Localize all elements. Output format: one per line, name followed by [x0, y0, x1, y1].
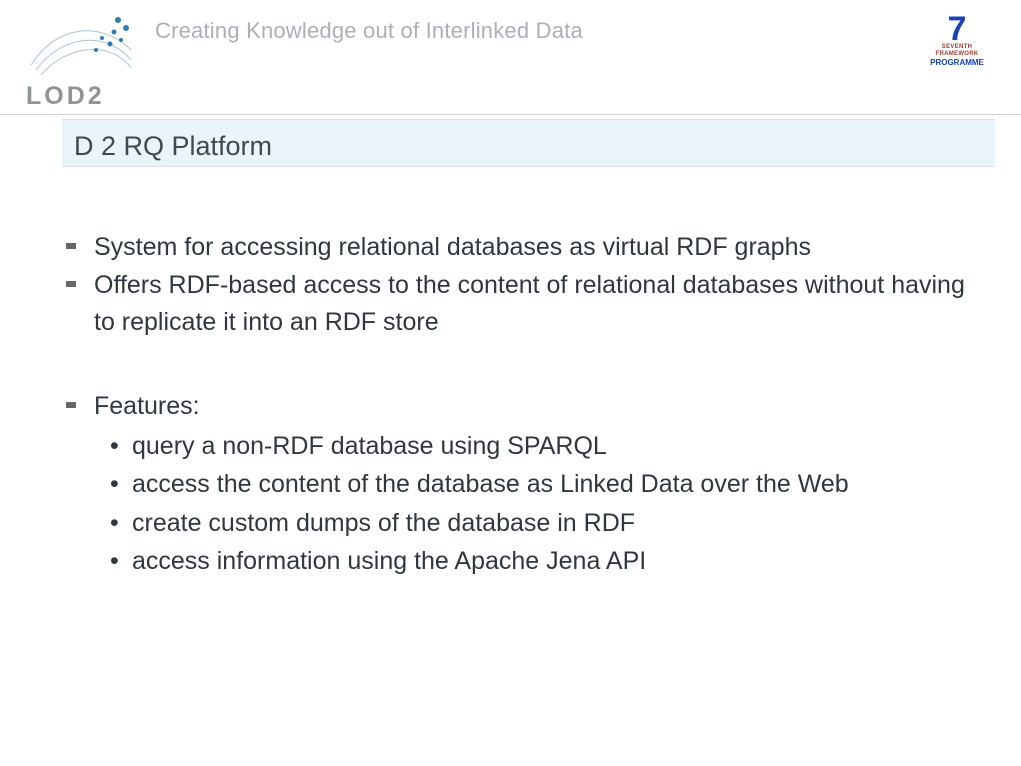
slide-header: Creating Knowledge out of Interlinked Da… [0, 0, 1021, 115]
sub-bullet-item: create custom dumps of the database in R… [110, 505, 981, 541]
bullet-item: System for accessing relational database… [66, 229, 981, 265]
bullet-item: Features: query a non-RDF database using … [66, 388, 981, 579]
bullet-text: Offers RDF-based access to the content o… [94, 271, 965, 335]
bullet-item: Offers RDF-based access to the content o… [66, 267, 981, 340]
sub-bullet-item: query a non-RDF database using SPARQL [110, 428, 981, 464]
fp7-bot-text: PROGRAMME [927, 58, 987, 68]
fp7-mid-text: SEVENTH FRAMEWORK [927, 44, 987, 58]
slide-tagline: Creating Knowledge out of Interlinked Da… [155, 18, 583, 44]
slide-title: D 2 RQ Platform [74, 131, 272, 162]
bullet-text: Features: [94, 392, 200, 420]
sub-bullet-item: access information using the Apache Jena… [110, 543, 981, 579]
bullet-list: System for accessing relational database… [66, 229, 981, 579]
sub-bullet-list: query a non-RDF database using SPARQLacc… [110, 428, 981, 579]
fp7-logo-icon: 7 SEVENTH FRAMEWORK PROGRAMME [927, 14, 987, 70]
slide-content: System for accessing relational database… [0, 229, 1021, 579]
sub-bullet-item: access the content of the database as Li… [110, 466, 981, 502]
fp7-number: 7 [927, 14, 987, 44]
slide: Creating Knowledge out of Interlinked Da… [0, 0, 1021, 766]
bullet-text: System for accessing relational database… [94, 233, 811, 261]
slide-title-bar: D 2 RQ Platform [62, 119, 995, 167]
logo-lod2-text: LOD2 [26, 82, 105, 111]
logo-swirl-icon [26, 10, 136, 80]
